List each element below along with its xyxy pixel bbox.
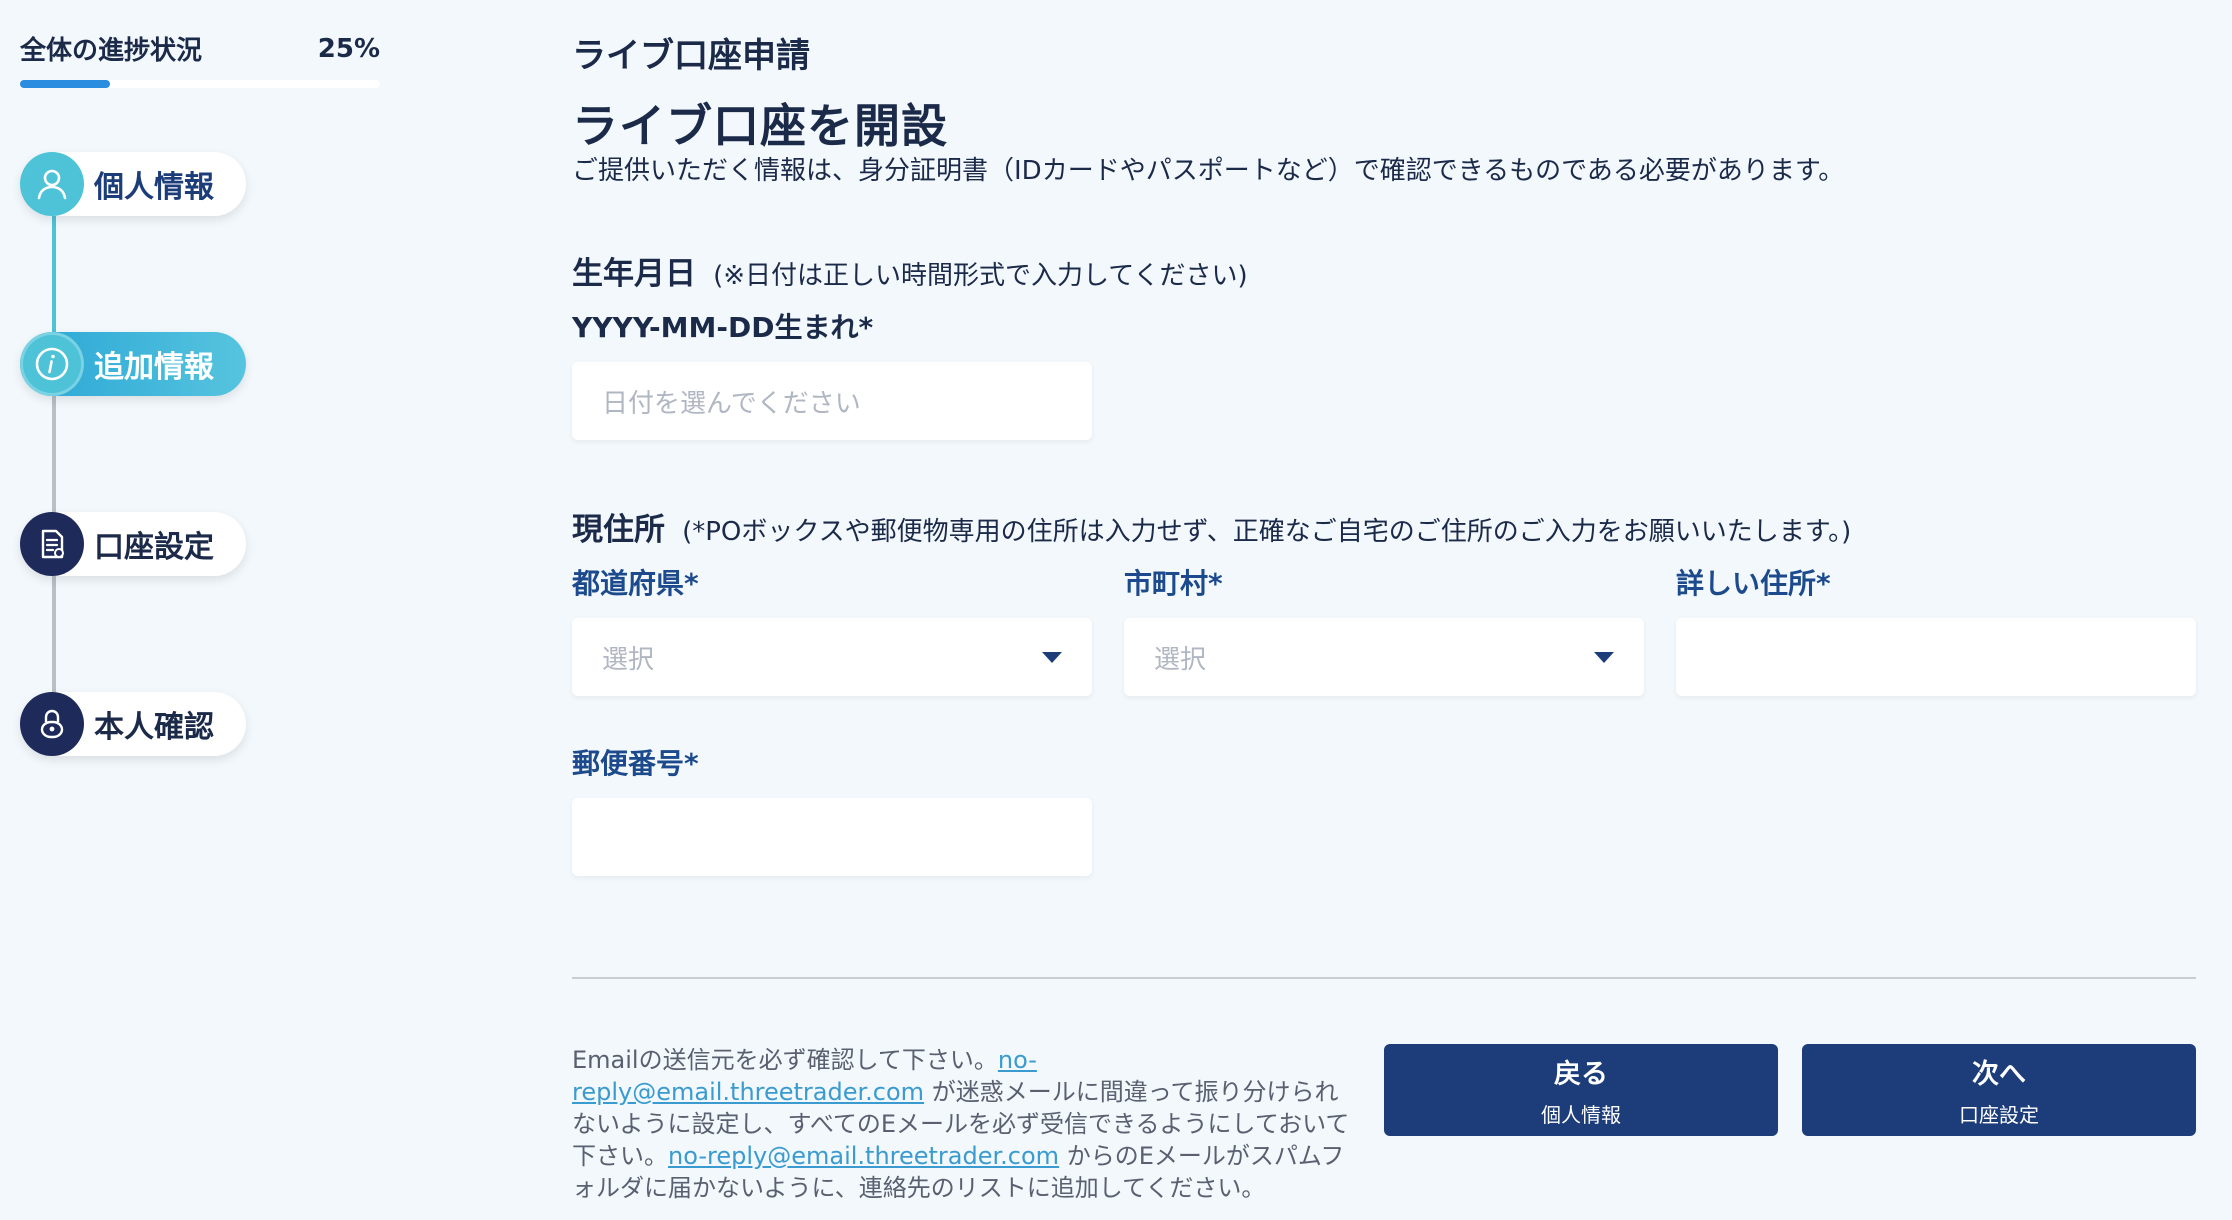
birthdate-heading: 生年月日 (※日付は正しい時間形式で入力してください) xyxy=(572,248,1248,293)
step-connector-3 xyxy=(52,576,56,706)
lock-icon xyxy=(20,692,84,756)
progress-header: 全体の進捗状況 25% xyxy=(20,30,380,67)
next-button-label: 次へ xyxy=(1972,1059,2026,1090)
prefecture-select[interactable]: 選択 xyxy=(572,618,1092,696)
progress-percent: 25% xyxy=(317,33,380,64)
progress-bar xyxy=(20,80,380,88)
next-button-sublabel: 口座設定 xyxy=(1959,1103,2039,1127)
birthdate-placeholder: 日付を選んでください xyxy=(602,388,861,419)
info-icon xyxy=(20,332,84,396)
user-icon xyxy=(20,152,84,216)
step-identity-verification[interactable]: 本人確認 xyxy=(20,692,246,756)
step-label: 個人情報 xyxy=(94,170,214,205)
back-button-sublabel: 個人情報 xyxy=(1541,1103,1621,1127)
progress-label: 全体の進捗状況 xyxy=(20,36,203,66)
detail-address-label: 詳しい住所* xyxy=(1676,567,1831,600)
birthdate-title: 生年月日 xyxy=(572,256,696,292)
document-icon xyxy=(20,512,84,576)
postal-code-input[interactable] xyxy=(572,798,1092,876)
chevron-down-icon xyxy=(1042,651,1062,663)
next-button[interactable]: 次へ 口座設定 xyxy=(1802,1044,2196,1136)
chevron-down-icon xyxy=(1594,651,1614,663)
page-description: ご提供いただく情報は、身分証明書（IDカードやパスポートなど）で確認できるもので… xyxy=(572,156,1845,186)
email-notice-text-1: Emailの送信元を必ず確認して下さい。 xyxy=(572,1046,998,1074)
step-account-settings[interactable]: 口座設定 xyxy=(20,512,246,576)
email-link[interactable]: no-reply@email.threetrader.com xyxy=(668,1142,1059,1170)
birthdate-format-label: YYYY-MM-DD生まれ* xyxy=(572,311,874,344)
step-label: 口座設定 xyxy=(94,530,214,565)
prefecture-label: 都道府県* xyxy=(572,567,699,600)
divider xyxy=(572,977,2196,979)
progress-bar-fill xyxy=(20,80,110,88)
prefecture-selected-value: 選択 xyxy=(602,644,655,675)
step-label: 本人確認 xyxy=(94,710,214,745)
birthdate-input[interactable]: 日付を選んでください xyxy=(572,362,1092,440)
address-note: (*POボックスや郵便物専用の住所は入力せず、正確なご自宅のご住所のご入力をお願… xyxy=(682,517,1852,547)
email-notice: Emailの送信元を必ず確認して下さい。 no-reply@email.three… xyxy=(572,1044,1362,1204)
postal-code-label: 郵便番号* xyxy=(572,747,699,780)
back-button[interactable]: 戻る 個人情報 xyxy=(1384,1044,1778,1136)
section-title: ライブ口座申請 xyxy=(572,36,810,76)
step-connector-1 xyxy=(52,216,56,346)
address-heading: 現住所 (*POボックスや郵便物専用の住所は入力せず、正確なご自宅のご住所のご入… xyxy=(572,504,1851,549)
step-personal-info[interactable]: 個人情報 xyxy=(20,152,246,216)
city-selected-value: 選択 xyxy=(1154,644,1207,675)
address-title: 現住所 xyxy=(572,512,665,548)
city-label: 市町村* xyxy=(1124,567,1223,600)
progress-sidebar: 全体の進捗状況 25% 個人情報 追加情報 口座設定 本人確認 xyxy=(0,0,400,1220)
back-button-label: 戻る xyxy=(1554,1059,1608,1090)
step-additional-info[interactable]: 追加情報 xyxy=(20,332,246,396)
detail-address-input[interactable] xyxy=(1676,618,2196,696)
step-connector-2 xyxy=(52,396,56,526)
page-title: ライブ口座を開設 xyxy=(572,99,948,153)
city-select[interactable]: 選択 xyxy=(1124,618,1644,696)
step-label: 追加情報 xyxy=(94,350,214,385)
birthdate-note: (※日付は正しい時間形式で入力してください) xyxy=(713,261,1248,291)
